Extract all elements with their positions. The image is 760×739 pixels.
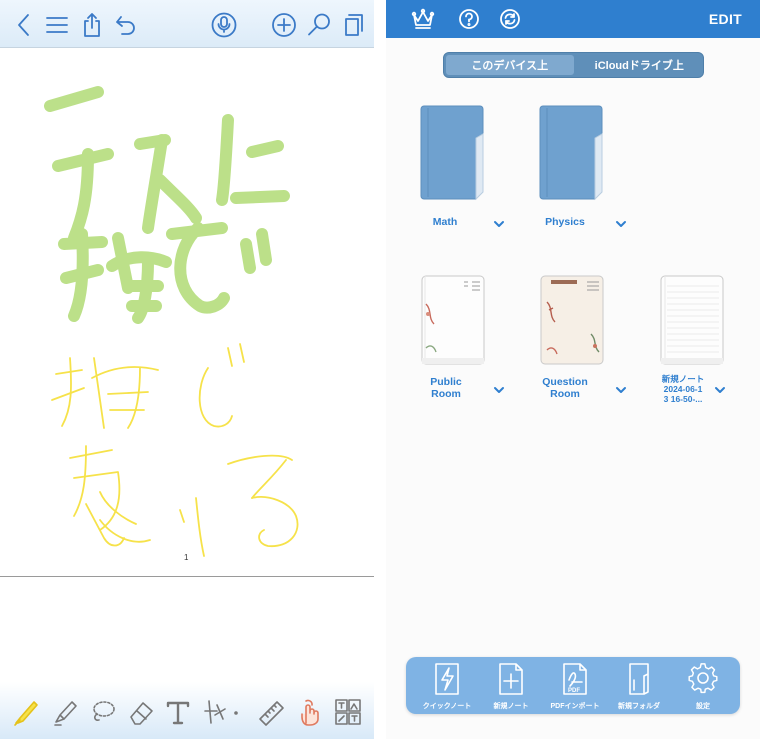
new-note-label: 新規ノート bbox=[493, 703, 529, 710]
chevron-down-icon[interactable] bbox=[493, 216, 505, 227]
notebook-name-line2[interactable]: Room bbox=[408, 388, 484, 400]
note-editor: 1 bbox=[0, 0, 374, 739]
storage-location-tabs: このデバイス上 iCloudドライブ上 bbox=[443, 52, 704, 78]
new-folder-label: 新規フォルダ bbox=[618, 703, 660, 710]
pen-strokes bbox=[51, 343, 299, 557]
undo-icon[interactable] bbox=[112, 11, 140, 39]
chevron-down-icon[interactable] bbox=[493, 382, 505, 393]
new-folder-button[interactable]: 新規フォルダ bbox=[606, 662, 672, 712]
pdf-import-icon: PDF bbox=[563, 663, 587, 695]
tab-this-device[interactable]: このデバイス上 bbox=[444, 53, 576, 77]
chevron-down-icon[interactable] bbox=[714, 382, 726, 393]
chevron-down-icon[interactable] bbox=[615, 382, 627, 393]
laser-pointer-icon[interactable] bbox=[200, 696, 230, 728]
folder-name[interactable]: Physics bbox=[527, 216, 603, 228]
text-tool-icon[interactable] bbox=[163, 696, 193, 728]
note-page[interactable] bbox=[0, 48, 374, 576]
notebook-name-line1[interactable]: 新規ノート bbox=[648, 374, 718, 384]
library-header: EDIT bbox=[386, 0, 760, 38]
eraser-icon[interactable] bbox=[126, 696, 156, 728]
bottom-action-bar: クイックノート 新規ノート PDF PDFインポート 新規フォルダ 設定 bbox=[406, 657, 740, 714]
lasso-icon[interactable] bbox=[88, 696, 118, 728]
split-screen: 1 EDIT このデバイス上 iCloudドライブ上 Math Physics … bbox=[0, 0, 760, 739]
help-icon[interactable] bbox=[456, 7, 482, 31]
quick-note-button[interactable]: クイックノート bbox=[414, 662, 480, 712]
notebook-cover[interactable] bbox=[659, 274, 725, 366]
folder-name[interactable]: Math bbox=[408, 216, 482, 228]
crown-icon[interactable] bbox=[410, 7, 436, 31]
folder-icon[interactable] bbox=[420, 104, 486, 202]
notebook-cover[interactable] bbox=[539, 274, 605, 366]
separator-dot bbox=[230, 696, 242, 728]
layout-icon[interactable] bbox=[333, 696, 363, 728]
library-view: EDIT このデバイス上 iCloudドライブ上 Math Physics Pu… bbox=[386, 0, 760, 739]
new-note-button[interactable]: 新規ノート bbox=[478, 662, 544, 712]
share-icon[interactable] bbox=[78, 11, 106, 39]
highlighter-icon[interactable] bbox=[11, 696, 41, 728]
notebook-name-line2[interactable]: 2024-06-1 bbox=[648, 384, 718, 394]
sync-icon[interactable] bbox=[497, 7, 523, 31]
back-chevron-icon[interactable] bbox=[10, 11, 38, 39]
pen-toolbar bbox=[0, 682, 374, 739]
folder-icon[interactable] bbox=[539, 104, 605, 202]
handwriting-canvas bbox=[44, 86, 299, 557]
ruler-icon[interactable] bbox=[256, 696, 286, 728]
pdf-import-button[interactable]: PDF PDFインポート bbox=[542, 662, 608, 712]
hand-tool-icon[interactable] bbox=[295, 696, 325, 728]
notebook-cover[interactable] bbox=[420, 274, 486, 366]
next-page[interactable] bbox=[0, 577, 374, 682]
menu-icon[interactable] bbox=[43, 11, 71, 39]
page-number: 1 bbox=[184, 553, 189, 562]
editor-toolbar bbox=[0, 0, 374, 48]
pdf-import-label: PDFインポート bbox=[550, 703, 600, 710]
search-icon[interactable] bbox=[305, 11, 333, 39]
settings-button[interactable]: 設定 bbox=[670, 662, 736, 712]
add-icon[interactable] bbox=[270, 11, 298, 39]
highlighter-strokes bbox=[44, 86, 290, 324]
microphone-icon[interactable] bbox=[210, 11, 238, 39]
new-note-icon bbox=[499, 663, 523, 695]
new-folder-icon bbox=[629, 663, 649, 695]
tab-icloud-drive[interactable]: iCloudドライブ上 bbox=[576, 53, 704, 77]
marker-icon[interactable] bbox=[50, 696, 80, 728]
notebook-name-line2[interactable]: Room bbox=[527, 388, 603, 400]
notebook-name-line3[interactable]: 3 16-50-... bbox=[648, 394, 718, 404]
edit-button[interactable]: EDIT bbox=[709, 11, 742, 27]
notebook-name-line1[interactable]: Question bbox=[527, 376, 603, 388]
settings-icon bbox=[688, 663, 718, 694]
pages-icon[interactable] bbox=[340, 11, 368, 39]
chevron-down-icon[interactable] bbox=[615, 216, 627, 227]
svg-text:PDF: PDF bbox=[568, 688, 580, 694]
quick-note-label: クイックノート bbox=[422, 703, 472, 710]
quick-note-icon bbox=[435, 663, 459, 695]
notebook-name-line1[interactable]: Public bbox=[408, 376, 484, 388]
settings-label: 設定 bbox=[696, 703, 710, 710]
